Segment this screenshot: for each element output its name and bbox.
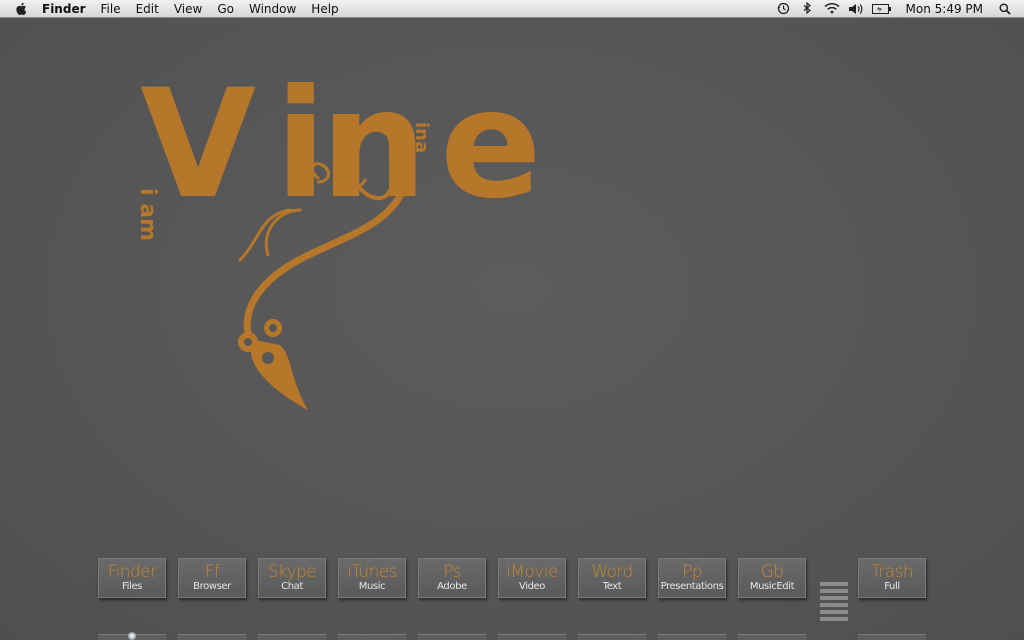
dock-tile-title: Word (591, 562, 633, 582)
dock-reflection (578, 634, 646, 640)
dock-tile-itunes[interactable]: iTunes Music (338, 558, 406, 598)
apple-menu-icon[interactable] (12, 0, 30, 18)
battery-icon[interactable] (871, 0, 893, 18)
dock-tile-subtitle: Presentations (660, 581, 724, 592)
bluetooth-icon[interactable] (799, 0, 817, 18)
menu-window[interactable]: Window (249, 0, 296, 18)
dock-tile-subtitle: Video (518, 581, 546, 592)
menu-view[interactable]: View (174, 0, 202, 18)
dock-reflection (658, 634, 726, 640)
menu-edit[interactable]: Edit (136, 0, 159, 18)
menu-file[interactable]: File (101, 0, 121, 18)
dock-reflection (338, 634, 406, 640)
wallpaper-logo: V in e i am ina (135, 70, 542, 430)
dock-tile-subtitle: MusicEdit (749, 581, 795, 592)
desktop[interactable]: Finder File Edit View Go Window Help Mon… (0, 0, 1024, 640)
dock-tile-photoshop[interactable]: Ps Adobe (418, 558, 486, 598)
menu-bar: Finder File Edit View Go Window Help Mon… (0, 0, 1024, 18)
running-app-indicator (128, 632, 136, 640)
dock-tile-subtitle: Music (358, 581, 386, 592)
dock-reflection (178, 634, 246, 640)
menu-go[interactable]: Go (217, 0, 234, 18)
dock-tile-imovie[interactable]: iMovie Video (498, 558, 566, 598)
dock-tile-subtitle: Adobe (437, 581, 467, 592)
dock-tile-title: Trash (871, 562, 914, 582)
dock-tile-trash[interactable]: Trash Full (858, 558, 926, 598)
dock-tile-garageband[interactable]: Gb MusicEdit (738, 558, 806, 598)
dock-tile-firefox[interactable]: Ff Browser (178, 558, 246, 598)
wifi-icon[interactable] (823, 0, 841, 18)
dock-tile-title: Pp (682, 562, 702, 582)
spotlight-search-icon[interactable] (996, 0, 1014, 18)
dock-tile-subtitle: Text (602, 581, 622, 592)
dock: Finder Files Ff Browser Skype Chat iTune… (0, 556, 1024, 640)
dock-tile-word[interactable]: Word Text (578, 558, 646, 598)
dock-tile-subtitle: Chat (281, 581, 303, 592)
menu-app-name[interactable]: Finder (42, 0, 86, 18)
dock-tile-subtitle: Full (884, 581, 900, 592)
dock-tile-subtitle: Browser (193, 581, 231, 592)
dock-tile-title: Gb (760, 562, 784, 582)
dock-tile-powerpoint[interactable]: Pp Presentations (658, 558, 726, 598)
dock-tile-title: Skype (267, 562, 317, 582)
dock-tile-skype[interactable]: Skype Chat (258, 558, 326, 598)
dock-tile-title: iTunes (347, 562, 397, 582)
dock-tile-title: Ff (204, 562, 220, 582)
dock-reflection (258, 634, 326, 640)
dock-tile-title: iMovie (506, 562, 558, 582)
dock-tile-title: Ps (443, 562, 461, 582)
vine-flourish-graphic (238, 162, 409, 410)
dock-reflection (858, 634, 926, 640)
dock-reflection (418, 634, 486, 640)
dock-reflection (738, 634, 806, 640)
dock-tile-title: Finder (107, 562, 157, 582)
dock-tile-subtitle: Files (122, 581, 142, 592)
menu-help[interactable]: Help (311, 0, 338, 18)
time-machine-icon[interactable] (775, 0, 793, 18)
dock-tile-finder[interactable]: Finder Files (98, 558, 166, 598)
menu-clock[interactable]: Mon 5:49 PM (906, 0, 983, 18)
volume-icon[interactable] (847, 0, 865, 18)
dock-reflection (498, 634, 566, 640)
dock-separator-stack (820, 582, 848, 632)
